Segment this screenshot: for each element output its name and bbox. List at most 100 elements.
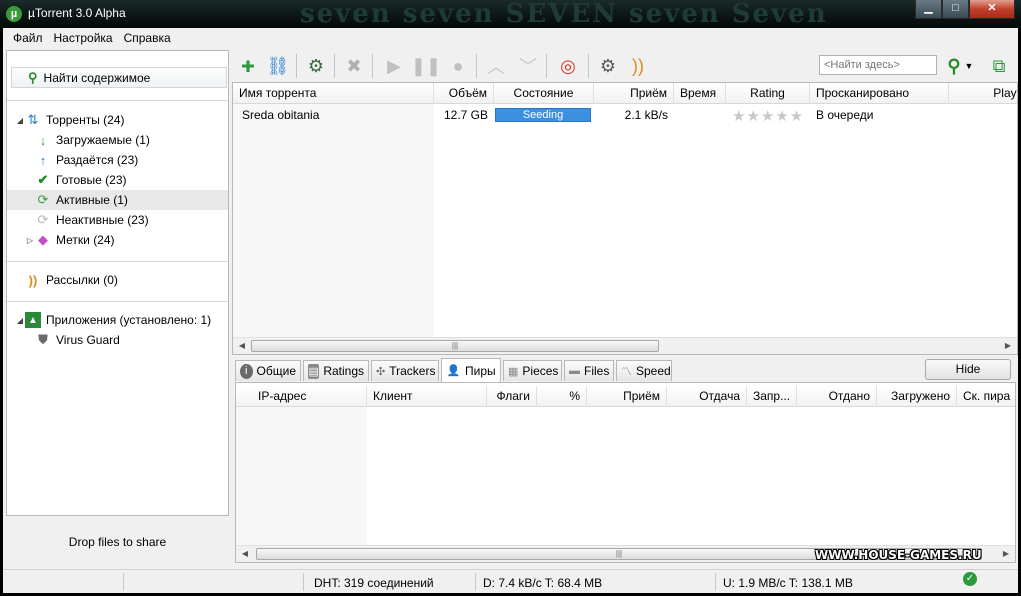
move-down-button[interactable]: ﹀ [516, 54, 540, 78]
upload-status[interactable]: U: 1.9 MB/c T: 138.1 MB [723, 574, 853, 592]
scroll-right-icon[interactable]: ▶ [999, 547, 1013, 561]
torrent-status-bar: Seeding [495, 108, 591, 122]
remote-button[interactable]: ◎ [556, 54, 580, 78]
settings-button[interactable]: ⚙ [596, 54, 620, 78]
search-provider-dropdown[interactable]: ▼ [964, 54, 974, 78]
remove-button[interactable]: ✖ [342, 54, 366, 78]
scroll-right-icon[interactable]: ▶ [1001, 339, 1015, 353]
toolbar-separator [476, 54, 477, 78]
sidebar-item-active[interactable]: ⟳ Активные (1) [7, 190, 228, 210]
col-header-uploaded[interactable]: Отдано [797, 386, 877, 407]
inactive-refresh-icon: ⟳ [37, 212, 49, 227]
start-button[interactable]: ▶ [382, 54, 406, 78]
tab-pieces[interactable]: ▦ Pieces [503, 360, 562, 381]
col-header-rating[interactable]: Rating [726, 83, 810, 104]
sidebar-item-label: Рассылки (0) [46, 273, 118, 287]
col-header-playback[interactable]: Playback [949, 83, 1017, 104]
sidebar-divider [7, 261, 228, 262]
tab-label: Trackers [389, 364, 436, 378]
scroll-thumb[interactable]: ||| [251, 340, 659, 352]
sidebar-item-downloading[interactable]: ↓ Загружаемые (1) [7, 130, 228, 150]
hide-button[interactable]: Hide [925, 359, 1011, 380]
trackers-icon: ✣ [376, 365, 386, 378]
col-header-scanned[interactable]: Просканировано [810, 83, 949, 104]
maximize-button[interactable]: □ [942, 0, 969, 19]
col-header-down-speed[interactable]: Приём [594, 83, 674, 104]
menu-bar: Файл Настройка Справка [3, 28, 1018, 48]
menu-help[interactable]: Справка [120, 28, 178, 48]
create-torrent-button[interactable]: ⚙ [304, 54, 328, 78]
collapse-icon[interactable]: ◢ [15, 116, 25, 125]
col-header-size[interactable]: Объём [434, 83, 494, 104]
col-header-name[interactable]: Имя торрента [233, 83, 434, 104]
layout-toggle-button[interactable]: ⧉ [987, 54, 1011, 78]
sidebar-item-label: Приложения (установлено: 1) [46, 313, 212, 327]
move-up-button[interactable]: ︿ [484, 54, 508, 78]
title-decoration: seven seven SEVEN seven Seven [300, 0, 828, 28]
close-button[interactable]: ✕ [969, 0, 1015, 19]
scroll-left-icon[interactable]: ◀ [235, 339, 249, 353]
torrent-list-hscrollbar[interactable]: ◀ ||| ▶ [233, 337, 1017, 354]
sidebar-item-inactive[interactable]: ⟳ Неактивные (23) [7, 210, 228, 230]
col-header-eta[interactable]: Время [674, 83, 726, 104]
tab-label: Пиры [465, 363, 496, 378]
tab-ratings[interactable]: ▤ Ratings [303, 360, 369, 381]
col-header-downloaded[interactable]: Загружено [877, 386, 957, 407]
toolbar: 🞦 ⛓ ⚙ ✖ ▶ ❚❚ ● ︿ ﹀ ◎ ⚙ )) ⚲ ▼ ⧉ [232, 50, 1018, 82]
sidebar-item-virus-guard[interactable]: ⛊ Virus Guard [7, 330, 228, 350]
search-icon: ⚲ [28, 69, 38, 85]
pieces-icon: ▦ [508, 365, 519, 378]
scroll-left-icon[interactable]: ◀ [238, 547, 252, 561]
find-content-button[interactable]: ⚲ Найти содержимое [11, 67, 227, 88]
sidebar-divider [7, 100, 228, 101]
status-separator [303, 573, 304, 591]
pause-button[interactable]: ❚❚ [411, 54, 441, 78]
menu-file[interactable]: Файл [9, 28, 50, 48]
tag-icon: ◆ [38, 232, 48, 247]
col-header-client[interactable]: Клиент [367, 386, 487, 407]
tab-general[interactable]: i Общие [235, 360, 301, 381]
col-header-status[interactable]: Состояние [494, 83, 594, 104]
download-status[interactable]: D: 7.4 kB/c T: 68.4 MB [483, 574, 602, 592]
col-header-flags[interactable]: Флаги [487, 386, 537, 407]
search-input[interactable] [819, 55, 937, 75]
add-torrent-button[interactable]: 🞦 [236, 54, 260, 78]
search-button[interactable]: ⚲ [942, 54, 966, 78]
expand-icon[interactable]: ▷ [25, 236, 35, 245]
collapse-icon[interactable]: ◢ [15, 316, 25, 325]
col-header-peer-speed[interactable]: Ск. пира [957, 386, 1015, 407]
col-header-percent[interactable]: % [537, 386, 587, 407]
sidebar-item-apps[interactable]: ◢ ▲ Приложения (установлено: 1) [7, 310, 228, 330]
peers-list-header: IP-адрес Клиент Флаги % Приём Отдача Зап… [236, 386, 1015, 407]
tab-peers[interactable]: 👤 Пиры [441, 358, 501, 382]
sidebar-item-label: Торренты (24) [46, 113, 125, 127]
sidebar-item-feeds[interactable]: )) Рассылки (0) [7, 270, 228, 290]
toolbar-separator [372, 54, 373, 78]
minimize-button[interactable]: ▁ [915, 0, 942, 19]
stop-button[interactable]: ● [446, 54, 470, 78]
title-bar: seven seven SEVEN seven Seven µ µTorrent… [0, 0, 1021, 28]
menu-settings[interactable]: Настройка [50, 28, 120, 48]
status-bar: DHT: 319 соединений D: 7.4 kB/c T: 68.4 … [3, 569, 1018, 593]
name-column-background [233, 104, 434, 344]
sidebar-item-torrents[interactable]: ◢ ⇅ Торренты (24) [7, 110, 228, 130]
sidebar-item-labels[interactable]: ▷ ◆ Метки (24) [7, 230, 228, 250]
add-url-button[interactable]: ⛓ [266, 54, 290, 78]
window-controls: ▁ □ ✕ [915, 0, 1015, 19]
rss-feed-icon: )) [28, 272, 38, 288]
col-header-peer-up[interactable]: Отдача [667, 386, 747, 407]
rss-button[interactable]: )) [626, 54, 650, 78]
tab-trackers[interactable]: ✣ Trackers [371, 360, 439, 381]
sidebar-item-seeding[interactable]: ↑ Раздаётся (23) [7, 150, 228, 170]
col-header-requests[interactable]: Запр... [747, 386, 797, 407]
network-ok-icon[interactable]: ✓ [963, 572, 977, 586]
col-header-ip[interactable]: IP-адрес [236, 386, 367, 407]
sidebar-item-completed[interactable]: ✔ Готовые (23) [7, 170, 228, 190]
tab-files[interactable]: ▬ Files [564, 360, 614, 381]
rating-stars[interactable]: ★★★★★ [732, 107, 804, 125]
dht-status: DHT: 319 соединений [314, 576, 434, 590]
shield-icon: ⛊ [38, 332, 48, 347]
tab-speed[interactable]: 〽 Speed [616, 360, 672, 381]
drop-zone[interactable]: Drop files to share [6, 517, 229, 567]
col-header-peer-down[interactable]: Приём [587, 386, 667, 407]
